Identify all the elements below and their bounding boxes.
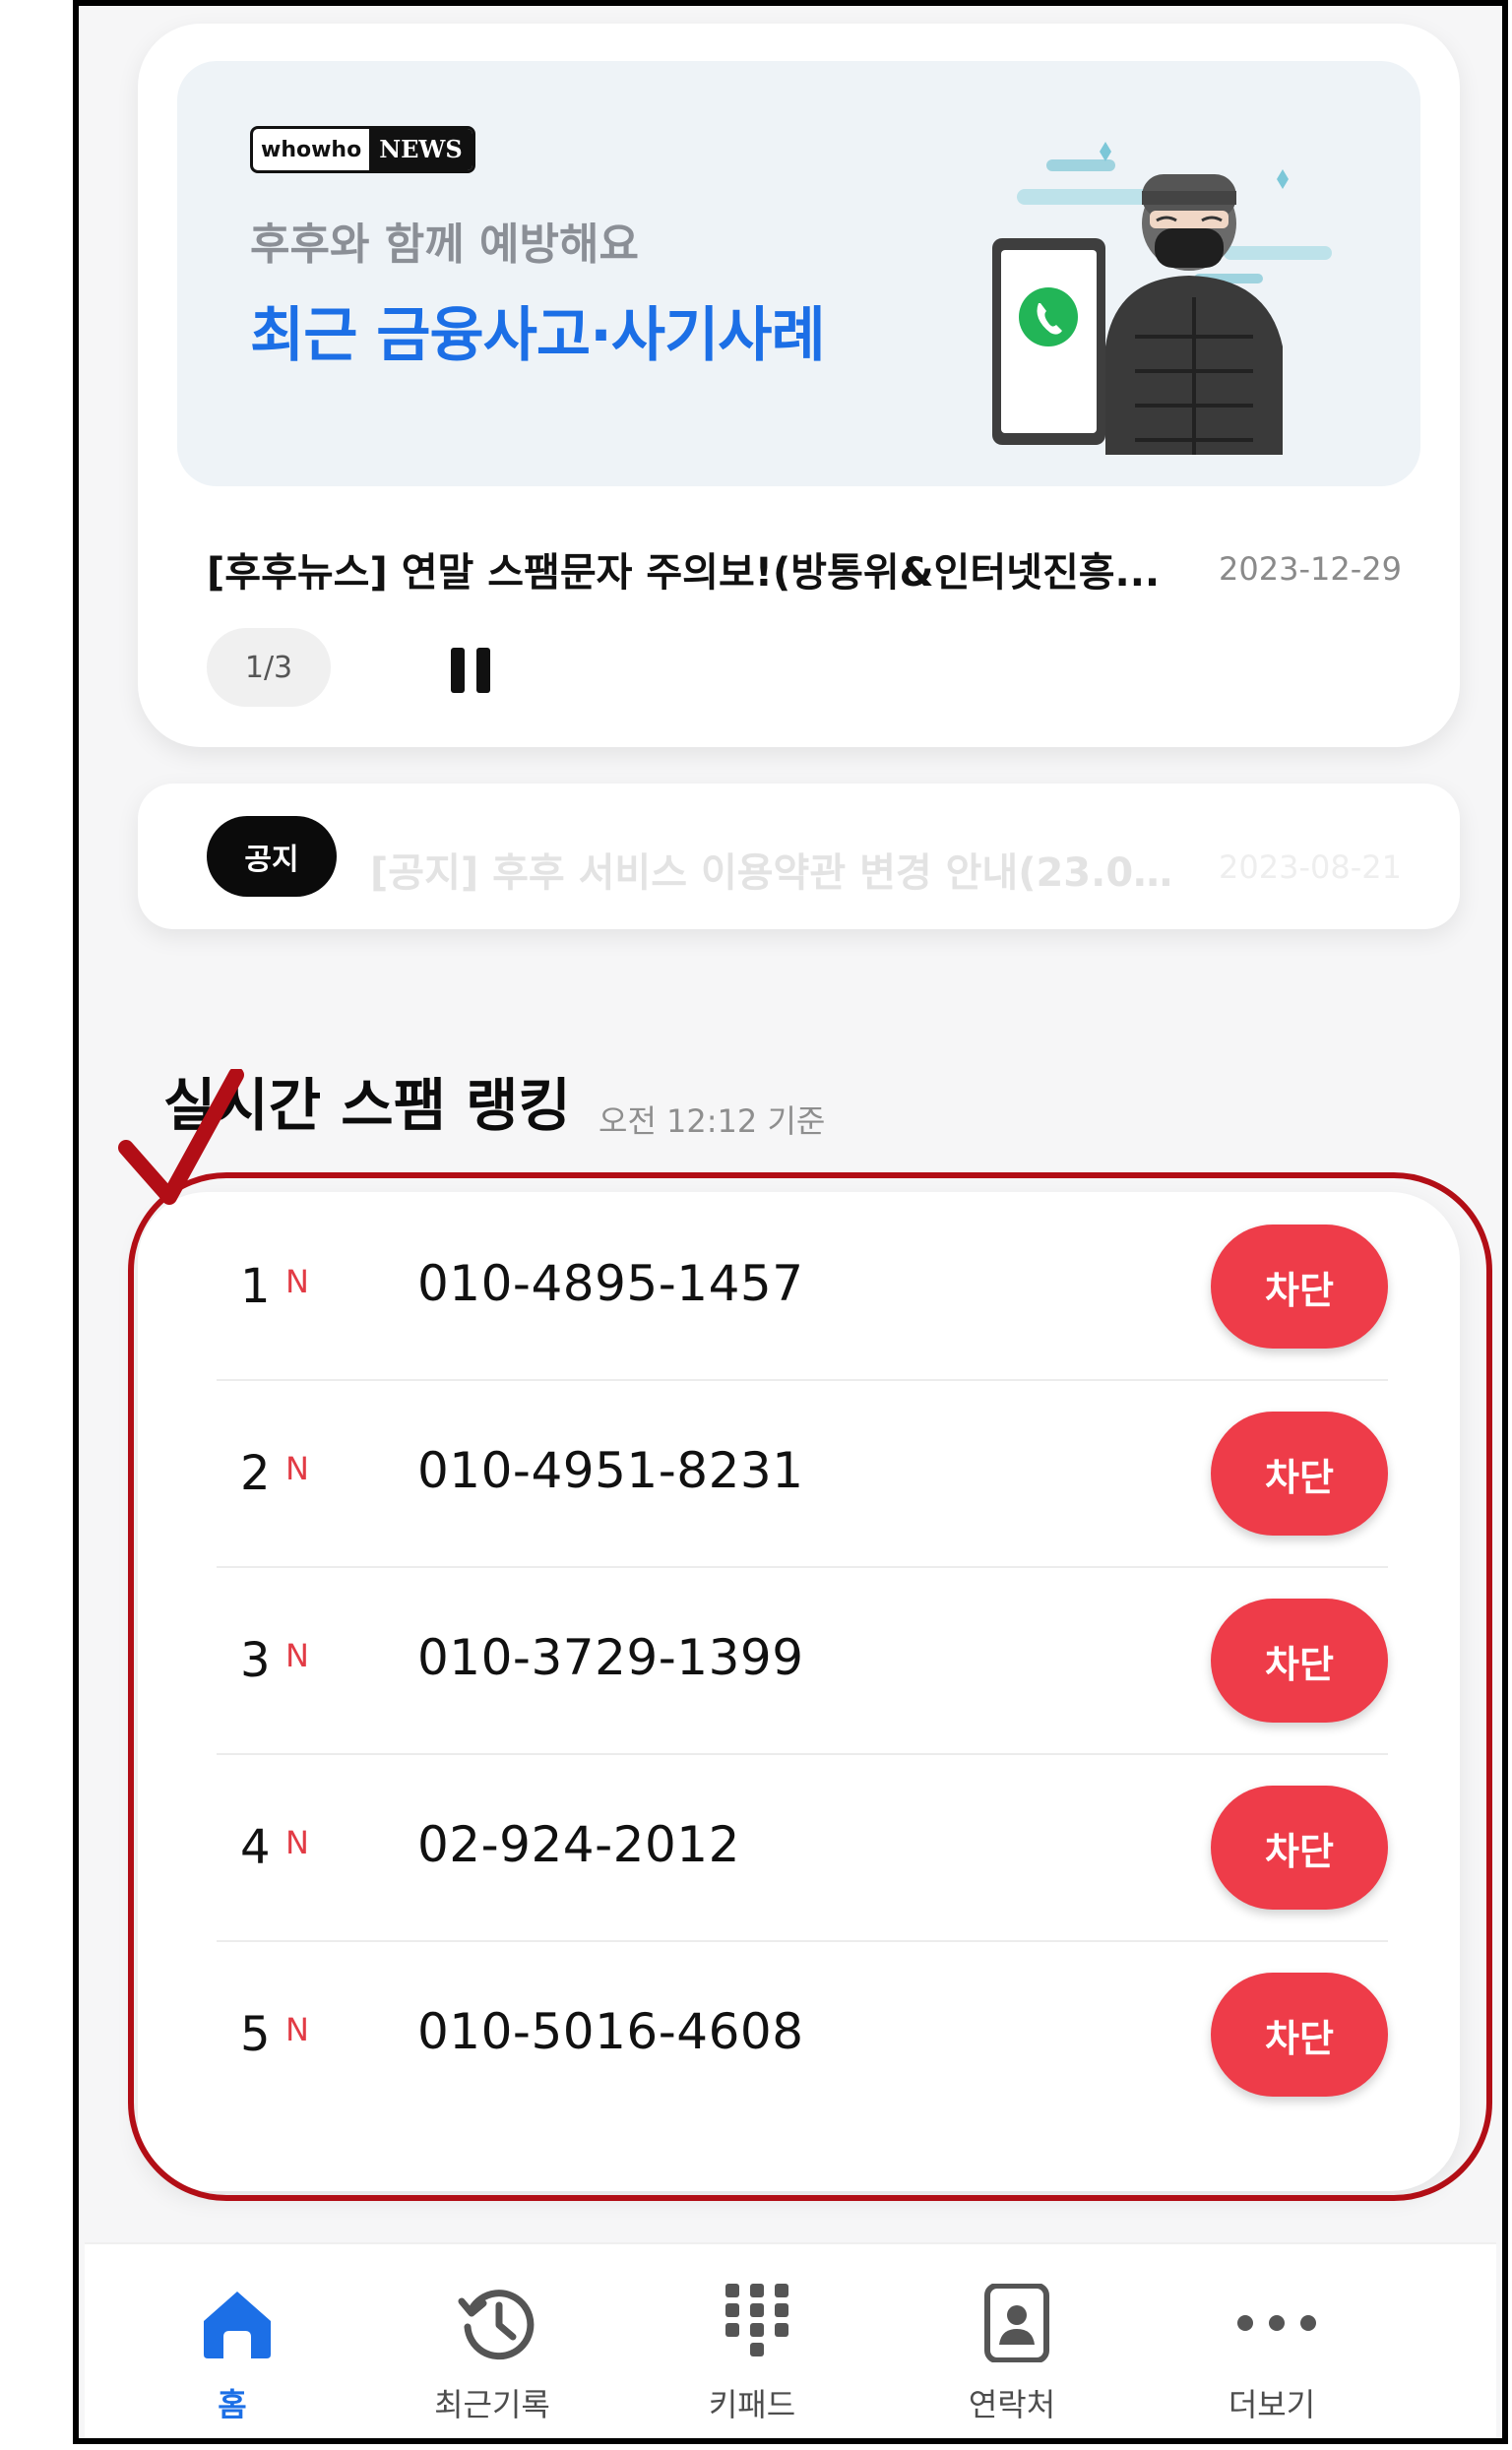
phone-frame: whowho NEWS 후후와 함께 예방해요 최근 금융사고·사기사례 [후후…	[73, 0, 1508, 2444]
annotation-checkmark-icon	[118, 1069, 244, 1205]
news-pager: 1/3	[207, 628, 331, 707]
rank-number: 4	[240, 1820, 271, 1875]
tab-label-contacts: 연락처	[968, 2386, 1056, 2423]
block-button[interactable]: 차단	[1211, 1973, 1388, 2097]
phone-number[interactable]: 02-924-2012	[417, 1816, 740, 1873]
tab-label-recent: 최근기록	[434, 2386, 550, 2423]
notice-badge: 공지	[207, 816, 337, 897]
new-badge: N	[285, 1450, 309, 1487]
bottom-tab-bar: 홈 최근기록 키패드 연락처 더보기	[85, 2242, 1496, 2438]
phone-number[interactable]: 010-4951-8231	[417, 1442, 804, 1499]
ranking-row[interactable]: 1 N 010-4895-1457 차단	[217, 1192, 1388, 1381]
news-date: 2023-12-29	[1219, 550, 1402, 588]
new-badge: N	[285, 1637, 309, 1674]
history-icon	[458, 2290, 535, 2360]
phone-number[interactable]: 010-3729-1399	[417, 1629, 804, 1686]
contacts-icon	[984, 2284, 1049, 2362]
fraudster-illustration	[992, 142, 1332, 455]
new-badge: N	[285, 1263, 309, 1300]
home-icon	[204, 2292, 271, 2358]
tab-recent[interactable]: 최근기록	[364, 2244, 620, 2438]
tab-label-keypad: 키패드	[708, 2386, 796, 2423]
tab-label-more: 더보기	[1228, 2386, 1316, 2423]
spam-ranking-card: 1 N 010-4895-1457 차단 2 N 010-4951-8231 차…	[138, 1192, 1460, 2191]
rank-number: 3	[240, 1633, 271, 1688]
tab-more[interactable]: 더보기	[1144, 2244, 1400, 2438]
pause-icon[interactable]	[451, 648, 494, 693]
ranking-row[interactable]: 5 N 010-5016-4608 차단	[217, 1940, 1388, 2127]
block-button[interactable]: 차단	[1211, 1225, 1388, 1349]
logo-text: whowho	[261, 137, 362, 162]
ranking-row[interactable]: 2 N 010-4951-8231 차단	[217, 1379, 1388, 1568]
tab-home[interactable]: 홈	[104, 2244, 360, 2438]
block-button[interactable]: 차단	[1211, 1786, 1388, 1910]
notice-card[interactable]: 공지 [공지] 후후 서비스 이용약관 변경 안내(23.0... 2023-0…	[138, 784, 1460, 929]
banner-subtitle: 후후와 함께 예방해요	[250, 220, 639, 270]
phone-number[interactable]: 010-5016-4608	[417, 2003, 804, 2060]
whowho-news-logo: whowho NEWS	[250, 126, 475, 173]
rank-number: 1	[240, 1259, 271, 1314]
news-headline[interactable]: [후후뉴스] 연말 스팸문자 주의보!(방통위&인터넷진흥...	[207, 540, 1181, 597]
notice-text[interactable]: [공지] 후후 서비스 이용약관 변경 안내(23.0...	[370, 841, 1177, 898]
news-banner[interactable]: whowho NEWS 후후와 함께 예방해요 최근 금융사고·사기사례	[177, 61, 1420, 486]
tab-contacts[interactable]: 연락처	[884, 2244, 1140, 2438]
ranking-row[interactable]: 4 N 02-924-2012 차단	[217, 1753, 1388, 1942]
new-badge: N	[285, 2011, 309, 2048]
tab-keypad[interactable]: 키패드	[624, 2244, 880, 2438]
spam-ranking-updated: 오전 12:12 기준	[598, 1102, 826, 1140]
new-badge: N	[285, 1824, 309, 1861]
phone-number[interactable]: 010-4895-1457	[417, 1255, 804, 1312]
notice-date: 2023-08-21	[1219, 848, 1402, 886]
block-button[interactable]: 차단	[1211, 1412, 1388, 1536]
block-button[interactable]: 차단	[1211, 1599, 1388, 1723]
banner-title: 최근 금융사고·사기사례	[250, 301, 826, 370]
tab-label-home: 홈	[218, 2386, 247, 2423]
keypad-icon	[725, 2284, 788, 2356]
rank-number: 5	[240, 2007, 271, 2062]
logo-news-text: NEWS	[369, 129, 472, 170]
rank-number: 2	[240, 1446, 271, 1501]
ranking-row[interactable]: 3 N 010-3729-1399 차단	[217, 1566, 1388, 1755]
more-icon	[1237, 2315, 1316, 2331]
news-card[interactable]: whowho NEWS 후후와 함께 예방해요 최근 금융사고·사기사례 [후후…	[138, 24, 1460, 747]
